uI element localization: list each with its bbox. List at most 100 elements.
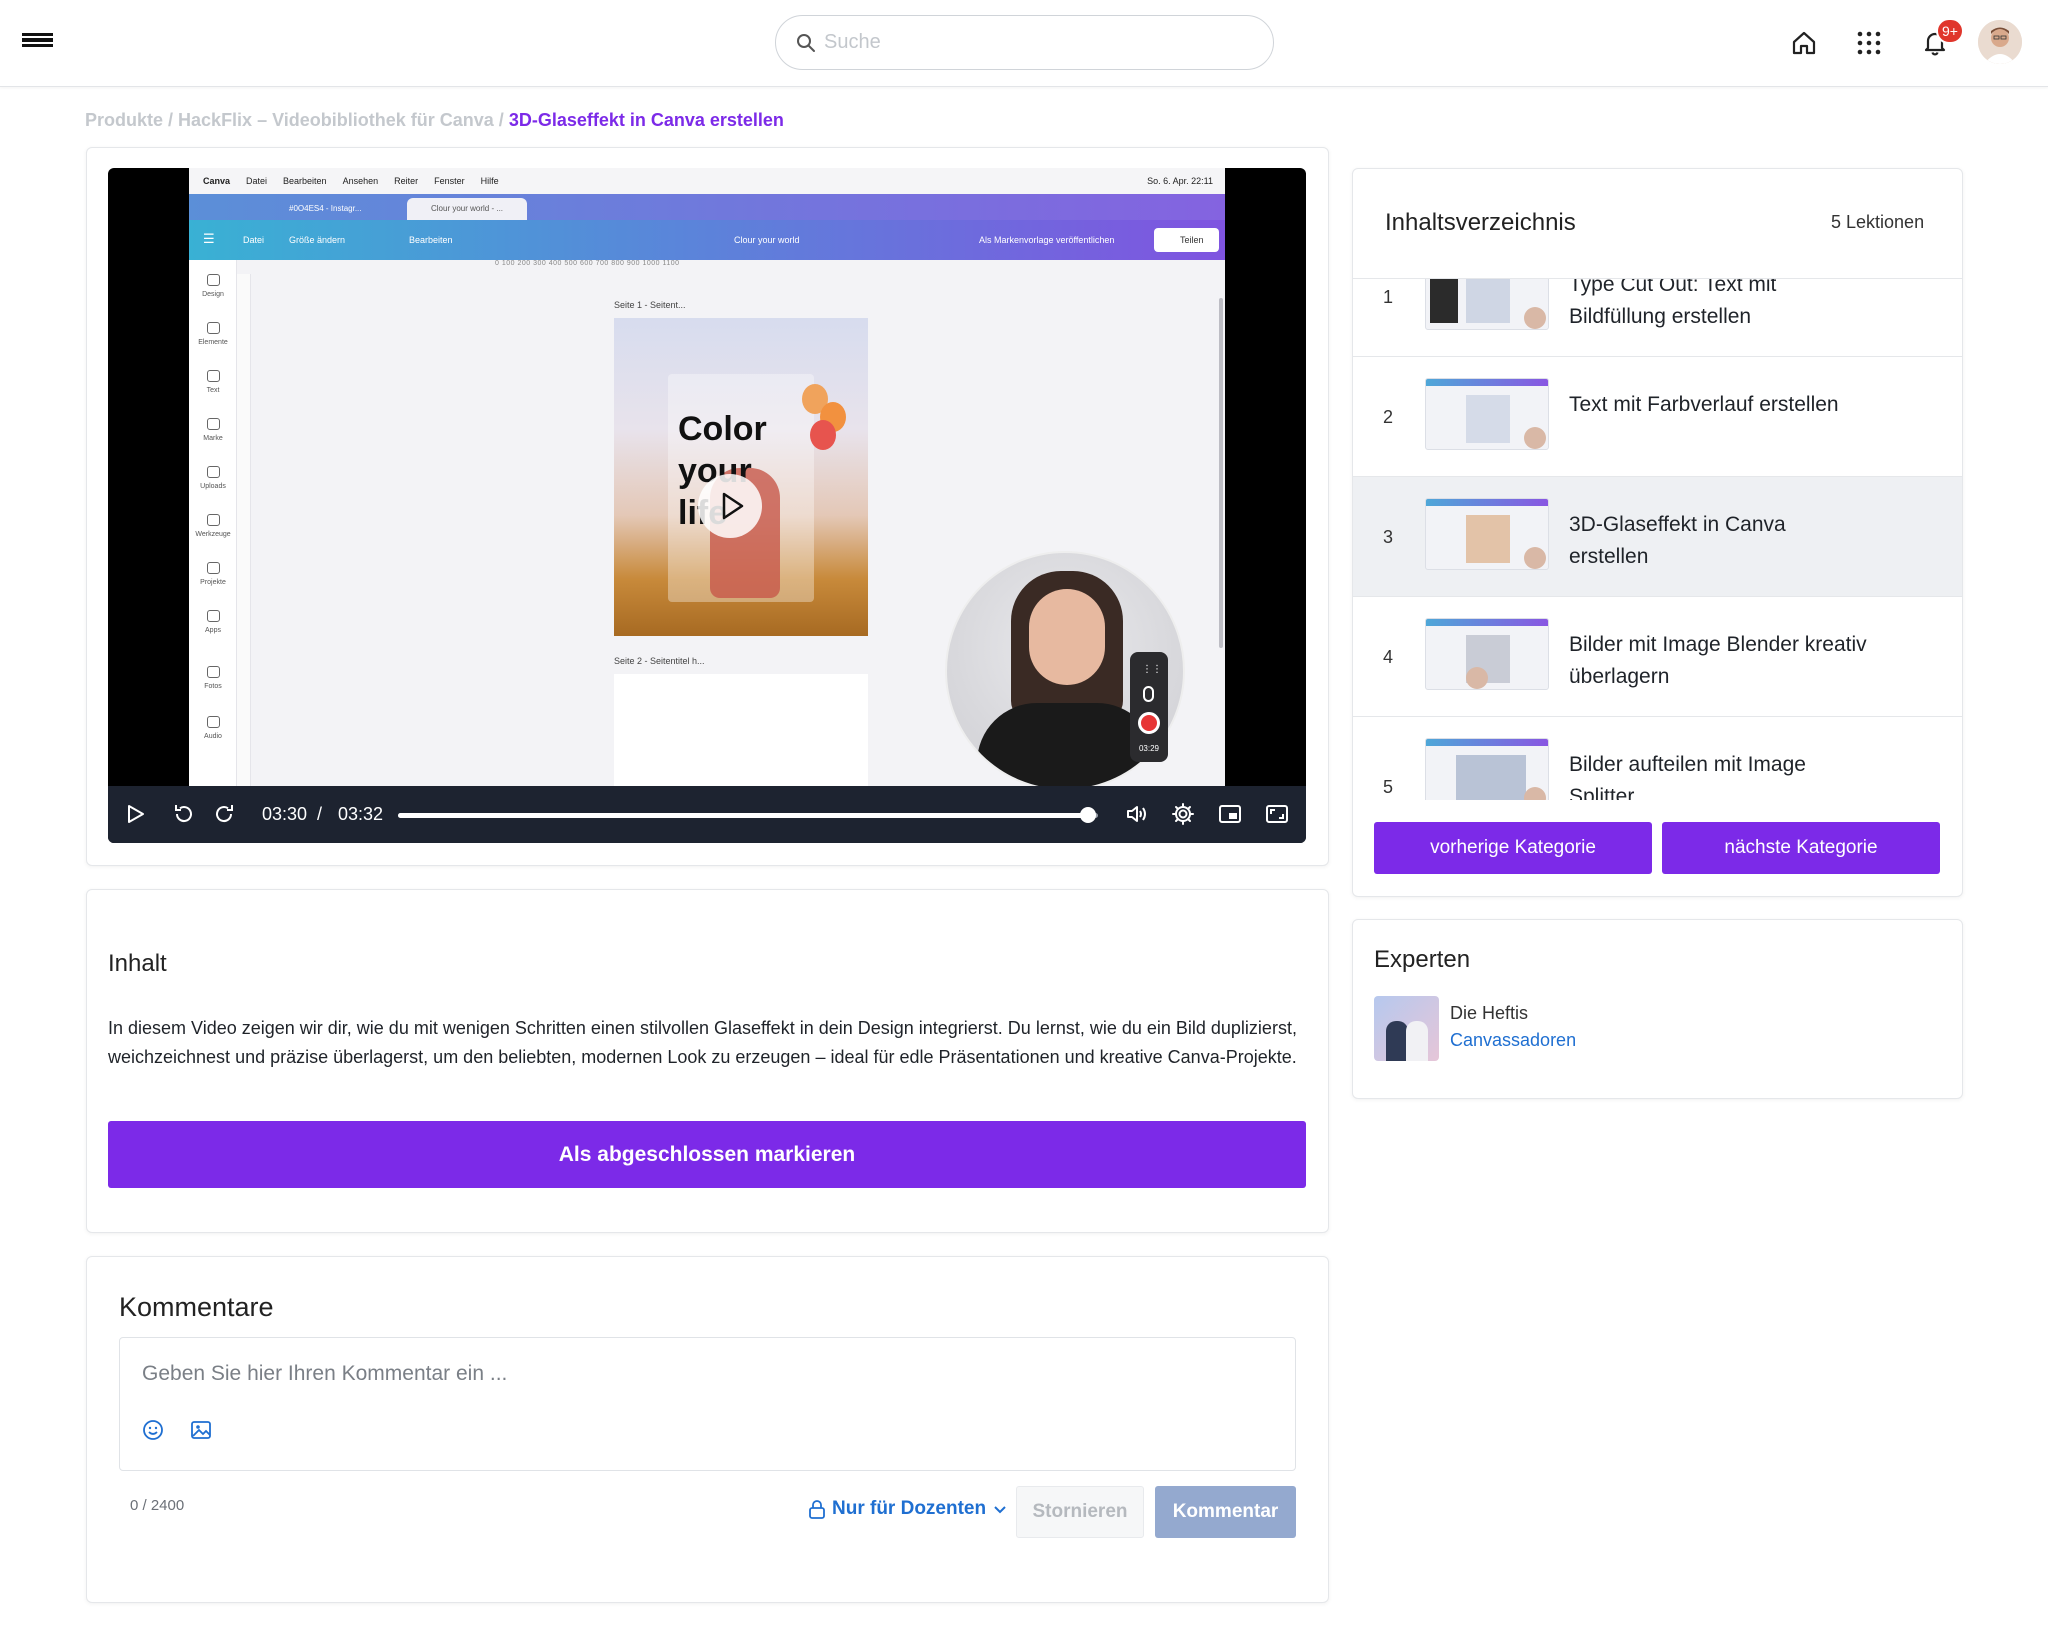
video-toolbar-share: Teilen [1154,228,1219,252]
forward-icon [216,805,233,823]
video-side-item: Werkzeuge [189,514,237,538]
user-avatar[interactable] [1978,20,2022,64]
video-page2-label: Seite 2 - Seitentitel h... [614,656,705,666]
video-side-item: Marke [189,418,237,442]
toc-item-label: Text mit Farbverlauf erstellen [1569,393,1839,416]
toc-item-number: 1 [1383,287,1394,307]
video-total-time: 03:32 [338,804,384,824]
video-side-item: Projekte [189,562,237,586]
content-description: In diesem Video zeigen wir dir, wie du m… [108,1018,1297,1067]
emoji-icon[interactable] [142,1419,164,1441]
video-player[interactable]: Canva Datei Bearbeiten Ansehen Reiter Fe… [108,168,1306,843]
video-mac-menu: Hilfe [480,176,499,186]
pip-button[interactable] [1217,801,1243,827]
video-side-item: Audio [189,716,237,740]
breadcrumb-current: 3D-Glaseffekt in Canva erstellen [508,110,784,130]
video-drag-handle-icon: ⋮⋮ [1142,664,1162,675]
video-side-item: Elemente [189,322,237,346]
toc-item-number: 3 [1383,527,1394,547]
toc-thumbnail [1425,738,1549,800]
lock-icon [809,1500,825,1519]
notification-badge: 9+ [1936,18,1964,44]
video-ruler: 0 100 200 300 400 500 600 700 800 900 10… [495,260,680,267]
visibility-dropdown[interactable]: Nur für Dozenten [808,1498,1008,1520]
toc-thumbnail [1425,378,1549,450]
video-progress-fill [398,813,1089,818]
picture-in-picture-icon [1219,805,1241,823]
breadcrumb-item-hackflix[interactable]: HackFlix – Videobibliothek für Canva [178,110,494,130]
video-menu-icon: ☰ [203,231,215,246]
video-controls: 03:30 / 03:32 [108,786,1306,843]
video-toolbar-item: Bearbeiten [409,235,453,245]
comment-box [119,1337,1296,1471]
video-recording-panel: ⋮⋮ 03:29 [1130,652,1168,762]
toc-item-label: Bilder mit Image Blender kreativ überlag… [1569,633,1867,688]
video-progress-knob[interactable] [1080,807,1097,823]
video-mac-menu: Datei [246,176,268,186]
apps-grid-icon[interactable] [1852,26,1886,60]
play-icon [722,492,744,520]
video-browser-tab-active: Clour your world - ... [407,198,527,220]
breadcrumb: Produkte / HackFlix – Videobibliothek für … [85,110,784,131]
comment-input[interactable] [142,1362,1242,1396]
video-page1-label: Seite 1 - Seitent... [614,300,686,310]
toc-item[interactable]: 5 Bilder aufteilen mit Image Splitter [1353,717,1962,800]
video-vertical-ruler [237,274,251,786]
content-title: Inhalt [108,950,167,977]
toc-item[interactable]: 1 Type Cut Out: Text mit Bildfüllung ers… [1353,279,1962,357]
expert-link[interactable]: Canvassadoren [1450,1030,1576,1051]
search-input[interactable] [824,31,1244,54]
video-side-item: Uploads [189,466,237,490]
toc-thumbnail [1425,618,1549,690]
rewind-icon [175,805,192,823]
video-balloon [810,420,836,450]
toc-item-number: 4 [1383,647,1394,667]
toc-item[interactable]: 2 Text mit Farbverlauf erstellen [1353,357,1962,477]
video-mac-menu: Fenster [434,176,465,186]
breadcrumb-item-products[interactable]: Produkte [85,110,163,130]
cancel-button[interactable]: Stornieren [1016,1486,1144,1538]
toc-item[interactable]: 4 Bilder mit Image Blender kreativ überl… [1353,597,1962,717]
settings-button[interactable] [1170,801,1196,827]
toc-item-label: Bilder aufteilen mit Image Splitter [1569,753,1806,800]
toc-item-active[interactable]: 3 3D-Glaseffekt in Canva erstellen [1353,477,1962,597]
search-icon [797,33,815,52]
video-toolbar-item: Datei [243,235,265,245]
experts-title: Experten [1374,946,1471,973]
mark-complete-button[interactable]: Als abgeschlossen markieren [108,1121,1306,1188]
video-time-separator: / [317,804,323,824]
play-button[interactable] [122,801,148,827]
visibility-label: Nur für Dozenten [832,1498,987,1519]
gear-icon [1172,803,1194,825]
toc-item-label: 3D-Glaseffekt in Canva erstellen [1569,513,1786,568]
breadcrumb-separator: / [168,110,174,130]
video-toolbar-item: Größe ändern [289,235,346,245]
volume-icon [1127,806,1146,822]
fullscreen-button[interactable] [1264,801,1290,827]
search-bar[interactable] [775,15,1274,70]
forward-button[interactable] [212,801,238,827]
volume-button[interactable] [1124,801,1150,827]
video-side-item: Fotos [189,666,237,690]
video-current-time: 03:30 [262,804,308,824]
previous-category-button[interactable]: vorherige Kategorie [1374,822,1652,874]
video-toolbar-publish: Als Markenvorlage veröffentlichen [979,235,1115,245]
breadcrumb-separator: / [498,110,504,130]
submit-comment-button[interactable]: Kommentar [1155,1486,1296,1538]
video-play-overlay[interactable] [698,474,762,538]
home-icon[interactable] [1787,26,1821,60]
video-progress-bar[interactable] [398,807,1098,823]
logo[interactable] [22,33,53,47]
image-upload-icon[interactable] [190,1419,212,1441]
expert-avatar[interactable] [1374,996,1439,1061]
video-side-item: Design [189,274,237,298]
toc-lesson-count: 5 Lektionen [1831,212,1925,232]
comments-title: Kommentare [119,1292,274,1322]
toc-title: Inhaltsverzeichnis [1385,209,1576,236]
toc-list[interactable]: 1 Type Cut Out: Text mit Bildfüllung ers… [1353,278,1962,800]
rewind-button[interactable] [170,801,196,827]
toc-thumbnail [1425,498,1549,570]
next-category-button[interactable]: nächste Kategorie [1662,822,1940,874]
video-side-item: Text [189,370,237,394]
top-bar: 9+ [0,0,2048,87]
